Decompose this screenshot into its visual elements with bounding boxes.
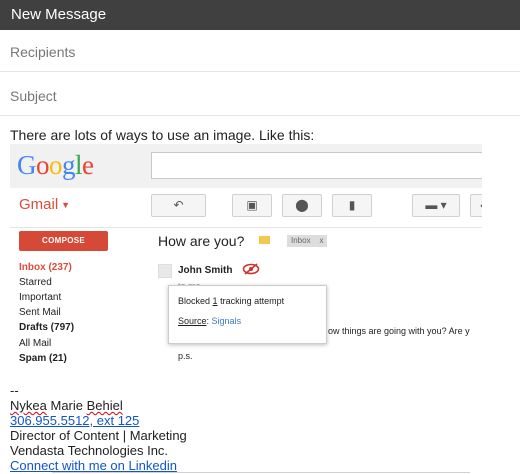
signature-dashes: --	[10, 383, 19, 398]
label-tag-icon	[259, 236, 270, 244]
bottom-divider	[52, 472, 470, 473]
message-text: ow things are going with you? Are y	[328, 326, 470, 336]
message-ps: p.s.	[178, 351, 193, 361]
nav-sent-mail: Sent Mail	[19, 307, 61, 318]
label-icon: ◆	[470, 194, 482, 217]
blocked-line: Blocked 1 tracking attempt	[178, 296, 285, 306]
recipients-field[interactable]: Recipients	[0, 32, 520, 72]
signature-linkedin-link[interactable]: Connect with me on Linkedin	[10, 458, 177, 473]
gmail-search-box	[151, 152, 482, 179]
source-line: Source: Signals	[178, 316, 242, 326]
tracking-popup: Blocked 1 tracking attempt Source: Signa…	[168, 285, 327, 344]
signature-name: Nykea Marie Behiel	[10, 398, 123, 413]
nav-spam: Spam (21)	[19, 353, 67, 364]
embedded-screenshot-image: Google Gmail▼ ↶ ▣ ⬤ ▮ ▬ ▾ ◆ COMPOSE Inbo…	[10, 144, 482, 370]
inbox-chip: Inbox x	[287, 235, 328, 247]
nav-drafts: Drafts (797)	[19, 322, 75, 333]
email-subject: How are you?	[158, 233, 245, 249]
folder-icon: ▬ ▾	[412, 194, 460, 217]
google-logo: Google	[17, 150, 94, 180]
nav-inbox: Inbox (237)	[19, 262, 72, 273]
report-spam-icon: ⬤	[282, 194, 322, 217]
subject-field[interactable]: Subject	[0, 76, 520, 116]
window-title: New Message	[0, 0, 520, 30]
sender-name: John Smith	[178, 265, 233, 276]
tracking-eye-icon	[242, 263, 260, 275]
gmail-menu-label: Gmail ▼	[19, 196, 71, 213]
sender-avatar	[158, 264, 172, 278]
nav-all-mail: All Mail	[19, 338, 52, 349]
body-intro-text[interactable]: There are lots of ways to use an image. …	[10, 127, 314, 143]
nav-starred: Starred	[19, 277, 52, 288]
archive-icon: ▣	[232, 194, 272, 217]
nav-important: Important	[19, 292, 62, 303]
reply-icon: ↶	[151, 194, 206, 217]
signature-title: Director of Content | Marketing	[10, 428, 187, 443]
signature-phone-link[interactable]: 306.955.5512, ext 125	[10, 413, 139, 428]
gmail-compose-button: COMPOSE	[19, 231, 108, 251]
delete-icon: ▮	[332, 194, 372, 217]
signature-company: Vendasta Technologies Inc.	[10, 443, 169, 458]
